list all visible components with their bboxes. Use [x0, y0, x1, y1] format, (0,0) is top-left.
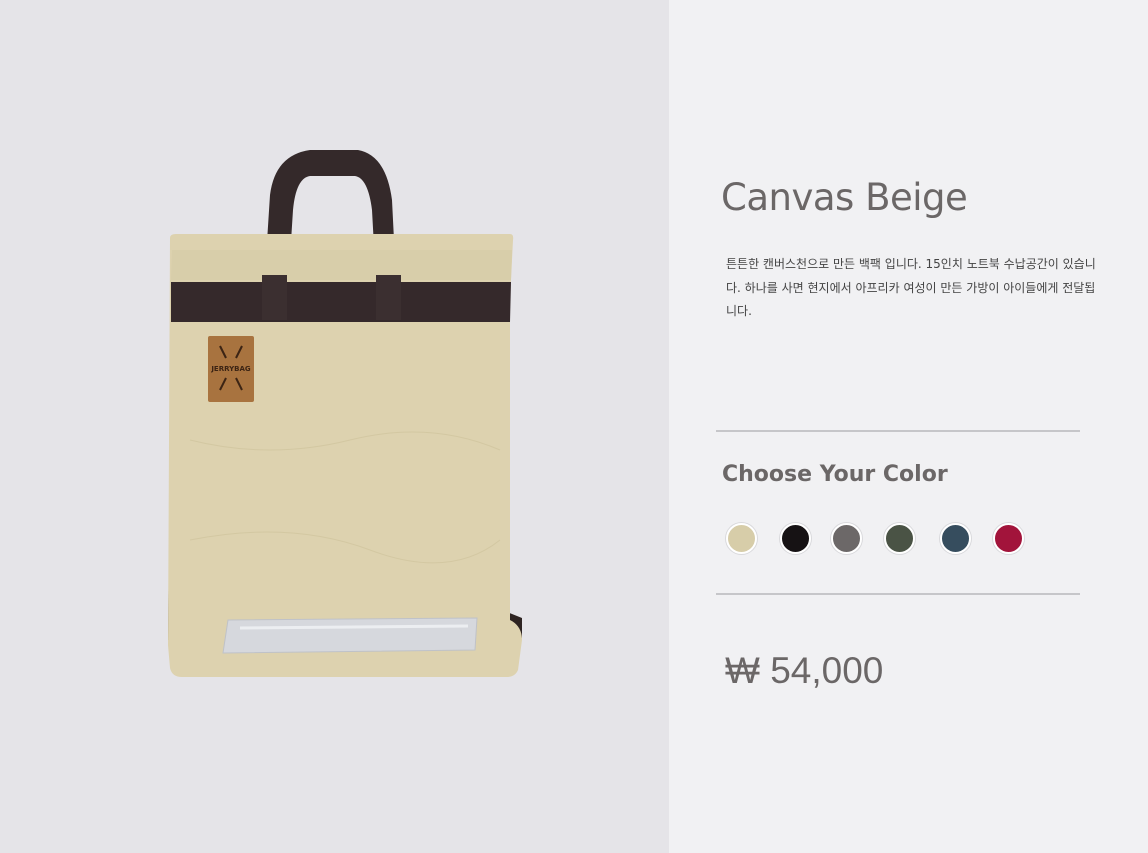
product-page: JERRYBAG Canvas Beige 튼튼한 캔버스천으로 만든 백팩 입…: [0, 0, 1148, 853]
color-swatch-list: [726, 523, 1026, 555]
divider: [716, 593, 1080, 595]
color-picker-heading: Choose Your Color: [722, 462, 948, 487]
color-swatch-burgundy[interactable]: [993, 523, 1024, 554]
product-info-panel: Canvas Beige 튼튼한 캔버스천으로 만든 백팩 입니다. 15인치 …: [669, 0, 1148, 853]
color-swatch-olive[interactable]: [884, 523, 915, 554]
divider: [716, 430, 1080, 432]
product-price: ₩ 54,000: [725, 650, 884, 691]
reflective-strip: [222, 617, 478, 654]
logo-text: JERRYBAG: [210, 365, 251, 373]
strap-band: [171, 282, 511, 322]
product-description: 튼튼한 캔버스천으로 만든 백팩 입니다. 15인치 노트북 수납공간이 있습니…: [726, 257, 1096, 318]
color-swatch-black[interactable]: [780, 523, 811, 554]
color-swatch-beige[interactable]: [726, 523, 757, 554]
color-swatch-gray[interactable]: [831, 523, 862, 554]
product-title: Canvas Beige: [721, 176, 968, 219]
color-swatch-navy[interactable]: [940, 523, 971, 554]
product-image: JERRYBAG: [168, 150, 522, 677]
product-image-panel: JERRYBAG: [0, 0, 669, 853]
